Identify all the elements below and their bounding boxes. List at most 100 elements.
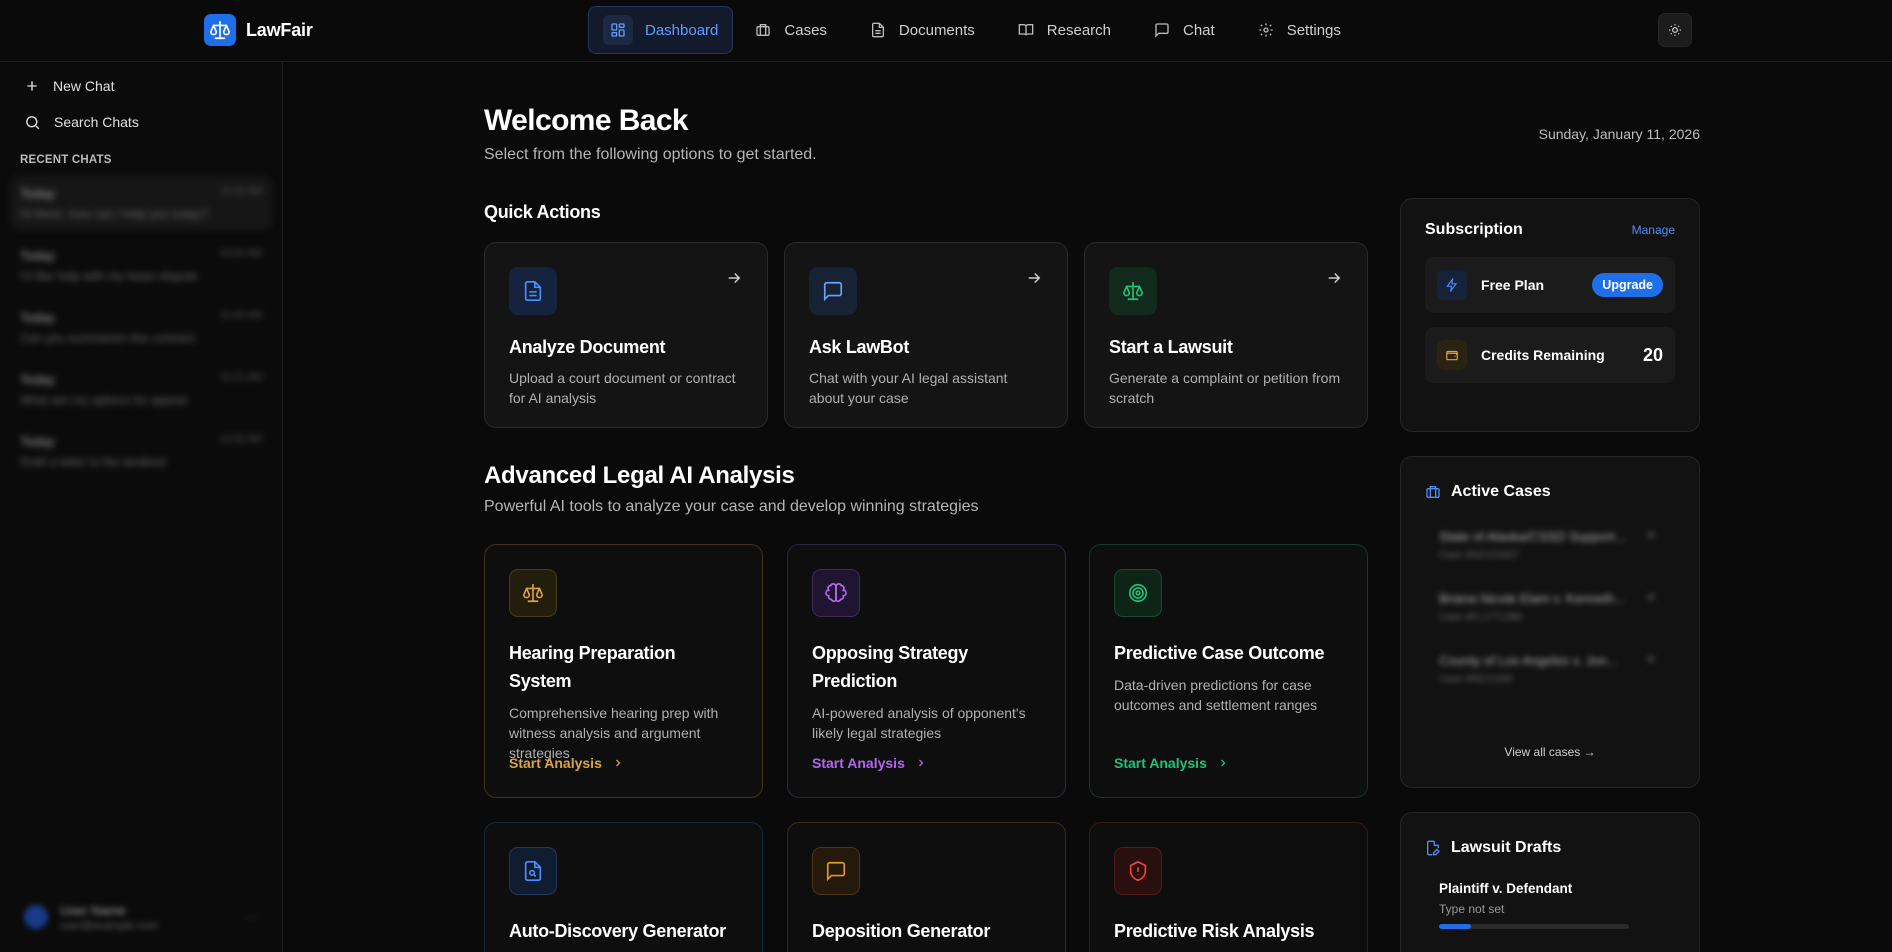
quick-action-ask-lawbot[interactable]: Ask LawBot Chat with your AI legal assis… [784,242,1068,428]
draft-type: Type not set [1439,902,1505,916]
lawsuit-drafts-title: Lawsuit Drafts [1451,839,1562,856]
nav-documents-label: Documents [898,21,975,39]
chat-preview: I'd like help with my lease dispute [20,269,198,283]
nav-dashboard[interactable]: Dashboard [588,6,734,54]
status-dot [1647,531,1655,539]
chat-list-item[interactable]: Today 11:02 AM Hi there, how can I help y… [10,176,272,230]
case-list-item[interactable]: Briana Nicole Elam v. Kenneth... Case #F… [1439,591,1661,623]
brand-logo[interactable]: LawFair [204,14,313,46]
case-name: County of Los Angeles v. Jon... [1439,653,1618,668]
tool-auto-discovery[interactable]: Auto-Discovery Generator [484,822,763,952]
user-profile[interactable]: User Name user@example.com ⋯ [0,882,282,952]
chat-list-item[interactable]: Today 10:05 AM Draft a letter to the land… [10,424,272,478]
tool-opposing-strategy[interactable]: Opposing Strategy Prediction AI-powered … [787,544,1066,798]
active-cases-card: Active Cases State of Alaska/CSSD Suppor… [1400,456,1700,788]
chat-time: 10:05 AM [219,434,262,445]
brand-name: LawFair [246,19,313,40]
subscription-title: Subscription [1425,221,1523,238]
tool-desc: AI-powered analysis of opponent's likely… [812,705,1026,741]
message-icon [809,267,857,315]
start-analysis-link[interactable]: Start Analysis [1114,755,1229,771]
quick-action-title: Analyze Document [509,337,666,357]
credits-label: Credits Remaining [1481,347,1605,363]
message-icon [812,847,860,895]
chat-list-item[interactable]: Today 10:21 AM What are my options for ap… [10,362,272,416]
start-analysis-link[interactable]: Start Analysis [509,755,624,771]
tool-title: Opposing Strategy Prediction [812,643,968,691]
tool-desc: Data-driven predictions for case outcome… [1114,677,1318,713]
more-icon[interactable]: ⋯ [244,909,258,926]
chat-title: Today [20,310,55,325]
plus-icon [24,78,40,94]
nav-cases-label: Cases [784,21,827,39]
search-chats-button[interactable]: Search Chats [0,104,282,140]
case-name: Briana Nicole Elam v. Kenneth... [1439,591,1626,606]
quick-action-desc: Upload a court document or contract for … [509,370,736,406]
dashboard-icon [603,15,633,45]
nav-settings[interactable]: Settings [1236,6,1362,54]
start-analysis-link[interactable]: Start Analysis [812,755,927,771]
tool-predictive-case-outcome[interactable]: Predictive Case Outcome Data-driven pred… [1089,544,1368,798]
nav-chat[interactable]: Chat [1132,6,1236,54]
tool-predictive-risk[interactable]: Predictive Risk Analysis [1089,822,1368,952]
nav-research[interactable]: Research [996,6,1132,54]
case-name: State of Alaska/CSSD Support... [1439,529,1626,544]
tool-deposition-generator[interactable]: Deposition Generator [787,822,1066,952]
quick-action-desc: Chat with your AI legal assistant about … [809,370,1008,406]
top-navigation: LawFair Dashboard Cases Documents Resear… [0,0,1892,62]
theme-toggle-button[interactable] [1658,13,1692,47]
plan-row: Free Plan Upgrade [1425,257,1675,313]
case-number: Case #RE21530 [1439,674,1513,685]
chat-list-item[interactable]: Today 10:54 AM I'd like help with my leas… [10,238,272,292]
page-subtitle: Select from the following options to get… [484,146,817,163]
quick-action-start-lawsuit[interactable]: Start a Lawsuit Generate a complaint or … [1084,242,1368,428]
chat-title: Today [20,434,55,449]
briefcase-icon [754,21,772,39]
advanced-analysis-subtitle: Powerful AI tools to analyze your case a… [484,498,979,515]
tool-hearing-preparation[interactable]: Hearing Preparation System Comprehensive… [484,544,763,798]
chat-preview: Draft a letter to the landlord [20,455,166,469]
chat-title: Today [20,186,55,201]
credits-row: Credits Remaining 20 [1425,327,1675,383]
target-icon [1114,569,1162,617]
file-icon [869,21,887,39]
document-icon [509,267,557,315]
nav-research-label: Research [1046,21,1111,39]
user-email: user@example.com [60,919,158,932]
draft-progress-bar [1439,924,1629,929]
draft-item[interactable]: Plaintiff v. Defendant Type not set [1439,881,1661,929]
main-nav: Dashboard Cases Documents Research Chat [588,6,1362,54]
chevron-right-icon [612,757,624,769]
nav-cases[interactable]: Cases [733,6,848,54]
upgrade-button[interactable]: Upgrade [1592,273,1663,297]
chat-title: Today [20,372,55,387]
briefcase-icon [1425,484,1441,500]
draft-title: Plaintiff v. Defendant [1439,881,1573,896]
case-list-item[interactable]: County of Los Angeles v. Jon... Case #RE… [1439,653,1661,685]
quick-action-analyze-document[interactable]: Analyze Document Upload a court document… [484,242,768,428]
new-chat-button[interactable]: New Chat [0,68,282,104]
tool-title: Hearing Preparation System [509,643,676,691]
search-icon [24,114,41,131]
case-list-item[interactable]: State of Alaska/CSSD Support... Case #NO… [1439,529,1661,561]
lawsuit-drafts-card: Lawsuit Drafts Plaintiff v. Defendant Ty… [1400,812,1700,952]
manage-link[interactable]: Manage [1632,223,1675,237]
book-icon [1017,21,1035,39]
chevron-right-icon [915,757,927,769]
recent-chats-heading: RECENT CHATS [20,154,112,166]
user-name: User Name [60,902,126,918]
case-number: Case #NO123457 [1439,550,1520,561]
start-analysis-label: Start Analysis [812,755,905,771]
scale-icon [1109,267,1157,315]
scale-icon [204,14,236,46]
nav-documents[interactable]: Documents [848,6,996,54]
lightning-icon [1437,270,1467,300]
chat-list-item[interactable]: Today 10:40 AM Can you summarize this con… [10,300,272,354]
tool-title: Deposition Generator [812,921,991,941]
quick-action-desc: Generate a complaint or petition from sc… [1109,370,1341,406]
chat-title: Today [20,248,55,263]
current-date: Sunday, January 11, 2026 [1538,126,1700,142]
chat-icon [1153,21,1171,39]
nav-dashboard-label: Dashboard [645,21,719,39]
view-all-cases-link[interactable]: View all cases → [1401,745,1699,759]
